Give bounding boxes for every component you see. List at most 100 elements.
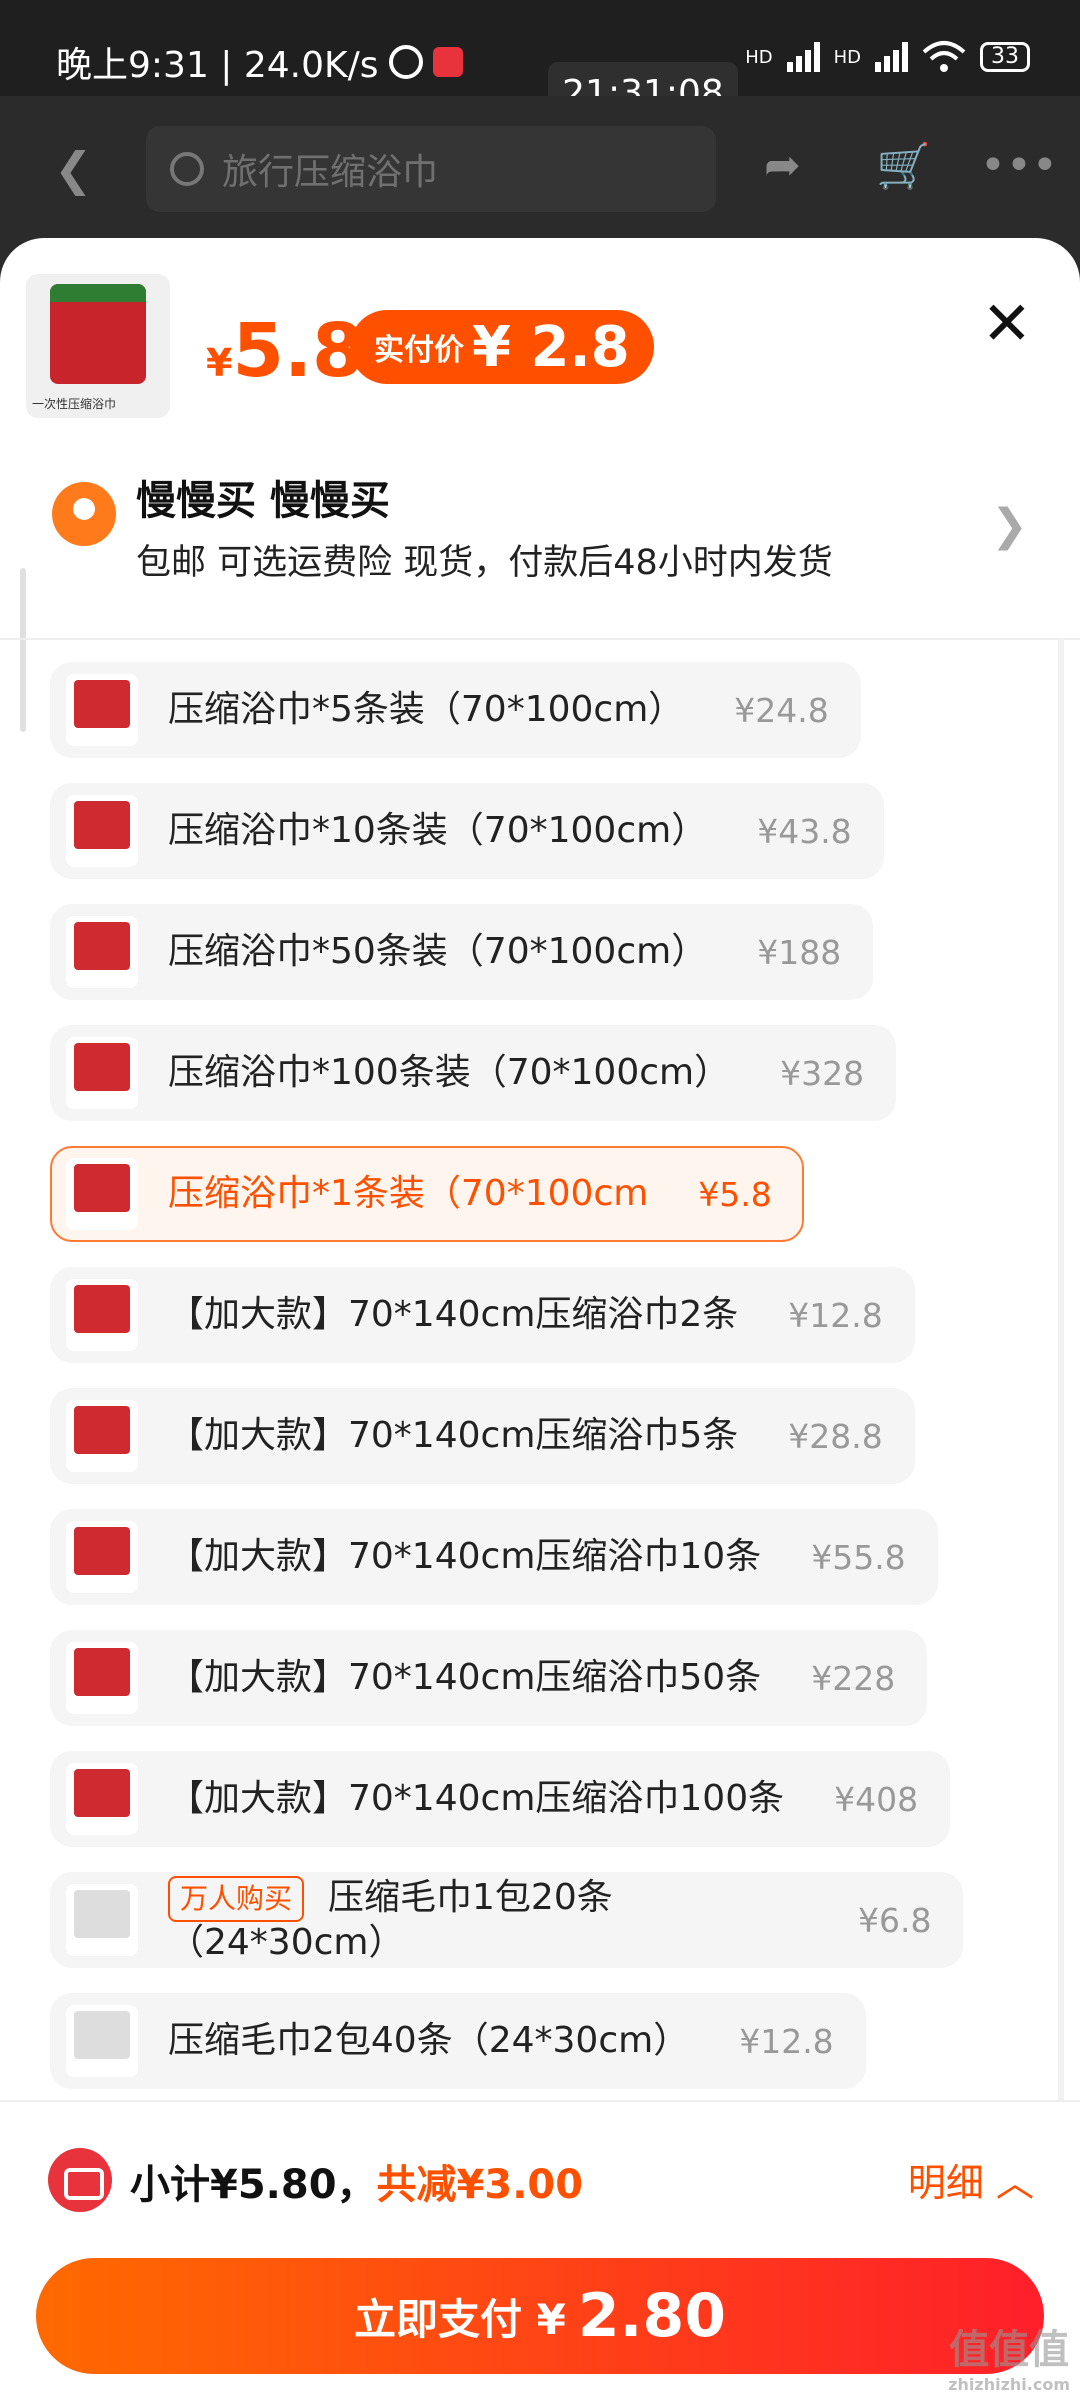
address-row[interactable]: 慢慢买 慢慢买 包邮 可选运费险 现货，付款后48小时内发货 ❯ [0, 448, 1080, 598]
sku-price: ¥43.8 [757, 811, 852, 851]
sku-option[interactable]: 压缩浴巾*100条装（70*100cm） ¥328 [50, 1025, 897, 1121]
paid-label: 实付价 [374, 333, 464, 368]
product-price: ¥5.8 [206, 308, 364, 394]
sku-image [74, 801, 130, 849]
sku-image [74, 2011, 130, 2059]
sku-option[interactable]: 压缩浴巾*10条装（70*100cm） ¥43.8 [50, 783, 884, 879]
sku-options-list: 压缩浴巾*5条装（70*100cm） ¥24.8 压缩浴巾*10条装（70*100c… [50, 662, 1050, 2114]
sku-name-text: 压缩浴巾*50条装（70*100cm） [168, 931, 708, 972]
sku-thumbnail [66, 1037, 138, 1109]
sku-price: ¥12.8 [788, 1295, 883, 1335]
sku-selector-sheet: 一次性压缩浴巾 ¥5.8 实付价 ¥ 2.8 ✕ 慢慢买 慢慢买 包邮 可选运费… [0, 238, 1080, 2400]
sku-thumbnail [66, 1763, 138, 1835]
sku-image [74, 1890, 130, 1938]
sku-name: 【加大款】70*140cm压缩浴巾2条 [168, 1294, 738, 1336]
sku-thumbnail [66, 1158, 138, 1230]
sku-name-text: 【加大款】70*140cm压缩浴巾5条 [168, 1415, 739, 1456]
sku-name: 压缩浴巾*5条装（70*100cm） [168, 689, 684, 731]
coupon-icon [48, 2148, 112, 2212]
sku-name-text: 【加大款】70*140cm压缩浴巾2条 [168, 1294, 739, 1335]
sku-name: 压缩浴巾*50条装（70*100cm） [168, 931, 707, 973]
sku-name-text: 压缩浴巾*1条装（70*100cm [168, 1173, 649, 1214]
hd-badge-1: HD [745, 46, 773, 68]
sku-option[interactable]: 万人购买 压缩毛巾1包20条（24*30cm） ¥6.8 [50, 1872, 964, 1968]
sku-image [74, 1164, 130, 1212]
sku-name: 【加大款】70*140cm压缩浴巾10条 [168, 1536, 761, 1578]
sku-name-text: 【加大款】70*140cm压缩浴巾100条 [168, 1778, 785, 1819]
cart-icon[interactable]: 🛒 [876, 140, 931, 192]
sku-option[interactable]: 【加大款】70*140cm压缩浴巾10条 ¥55.8 [50, 1509, 938, 1605]
sku-name: 【加大款】70*140cm压缩浴巾50条 [168, 1657, 761, 1699]
watermark-domain: zhizhizhi.com [948, 2375, 1070, 2394]
sku-option[interactable]: 【加大款】70*140cm压缩浴巾2条 ¥12.8 [50, 1267, 915, 1363]
sku-thumbnail [66, 1279, 138, 1351]
sku-image [74, 1648, 130, 1696]
share-icon[interactable]: ➦ [764, 140, 801, 191]
sku-image [74, 1527, 130, 1575]
paid-value: ¥ 2.8 [472, 314, 630, 380]
back-arrow-icon[interactable]: ❮ [54, 142, 93, 196]
pay-now-button[interactable]: 立即支付 ¥ 2.80 [36, 2258, 1044, 2374]
sku-price: ¥328 [780, 1053, 865, 1093]
sku-thumbnail [66, 1521, 138, 1593]
sku-price: ¥5.8 [698, 1174, 772, 1214]
wifi-icon [922, 41, 966, 72]
more-icon[interactable]: ••• [980, 140, 1058, 191]
sku-thumbnail [66, 1884, 138, 1956]
sku-name-text: 压缩毛巾2包40条（24*30cm） [168, 2020, 690, 2061]
signal-icon [875, 42, 908, 72]
divider [0, 638, 1080, 640]
search-icon [170, 152, 204, 186]
sku-name: 【加大款】70*140cm压缩浴巾5条 [168, 1415, 738, 1457]
signal-icon [786, 42, 820, 72]
sku-option[interactable]: 压缩毛巾2包40条（24*30cm） ¥12.8 [50, 1993, 866, 2089]
pay-label: 立即支付 ¥ [354, 2294, 566, 2344]
sku-image [74, 1406, 130, 1454]
sku-price: ¥6.8 [858, 1900, 932, 1940]
sku-price: ¥12.8 [739, 2021, 834, 2061]
price-currency: ¥ [206, 341, 233, 385]
search-input[interactable]: 旅行压缩浴巾 [146, 126, 716, 212]
sku-name-text: 压缩浴巾*100条装（70*100cm） [168, 1052, 731, 1093]
sku-option[interactable]: 【加大款】70*140cm压缩浴巾5条 ¥28.8 [50, 1388, 915, 1484]
sku-option[interactable]: 【加大款】70*140cm压缩浴巾100条 ¥408 [50, 1751, 951, 1847]
sku-option[interactable]: 【加大款】70*140cm压缩浴巾50条 ¥228 [50, 1630, 928, 1726]
top-bar: ❮ 旅行压缩浴巾 ➦ 🛒 ••• [0, 96, 1080, 246]
status-time-speed: 晚上9:31 | 24.0K/s [56, 45, 379, 86]
app-notification-icon [432, 47, 463, 77]
sku-image [74, 680, 130, 728]
sku-image [74, 1285, 130, 1333]
detail-toggle[interactable]: 明细 ︿ [908, 2152, 1034, 2207]
watermark-text: 值值值 [949, 2327, 1070, 2373]
scrollbar [20, 568, 26, 732]
sku-name-text: 【加大款】70*140cm压缩浴巾50条 [168, 1657, 762, 1698]
sku-option[interactable]: 压缩浴巾*1条装（70*100cm ¥5.8 [50, 1146, 804, 1242]
sku-name-text: 【加大款】70*140cm压缩浴巾10条 [168, 1536, 762, 1577]
sku-name: 压缩浴巾*100条装（70*100cm） [168, 1052, 730, 1094]
price-value: 5.8 [232, 308, 364, 394]
sku-thumbnail [66, 674, 138, 746]
sku-thumbnail [66, 2005, 138, 2077]
battery-icon: 33 [980, 42, 1030, 72]
sku-name: 【加大款】70*140cm压缩浴巾100条 [168, 1778, 784, 1820]
product-pack-image [50, 284, 146, 384]
sku-price: ¥408 [834, 1779, 919, 1819]
popular-tag: 万人购买 [168, 1876, 305, 1922]
close-icon[interactable]: ✕ [982, 294, 1032, 354]
sku-price: ¥188 [757, 932, 842, 972]
search-placeholder: 旅行压缩浴巾 [222, 152, 439, 193]
sku-option[interactable]: 压缩浴巾*5条装（70*100cm） ¥24.8 [50, 662, 861, 758]
sku-thumbnail [66, 795, 138, 867]
alarm-icon [388, 45, 423, 79]
sku-thumbnail [66, 1642, 138, 1714]
product-thumbnail[interactable]: 一次性压缩浴巾 [26, 274, 170, 418]
pay-amount: 2.80 [577, 2281, 726, 2351]
paid-price-badge: 实付价 ¥ 2.8 [350, 310, 654, 384]
sku-option[interactable]: 压缩浴巾*50条装（70*100cm） ¥188 [50, 904, 874, 1000]
checkout-bar: 小计¥5.80，共减¥3.00 明细 ︿ 立即支付 ¥ 2.80 值值值 zhi… [0, 2100, 1080, 2400]
chevron-right-icon: ❯ [991, 500, 1028, 551]
thumb-caption: 一次性压缩浴巾 [32, 397, 117, 411]
subtotal: 小计¥5.80，共减¥3.00 [130, 2152, 583, 2210]
hd-badge-2: HD [833, 46, 861, 68]
sku-name: 压缩浴巾*1条装（70*100cm [168, 1173, 648, 1215]
